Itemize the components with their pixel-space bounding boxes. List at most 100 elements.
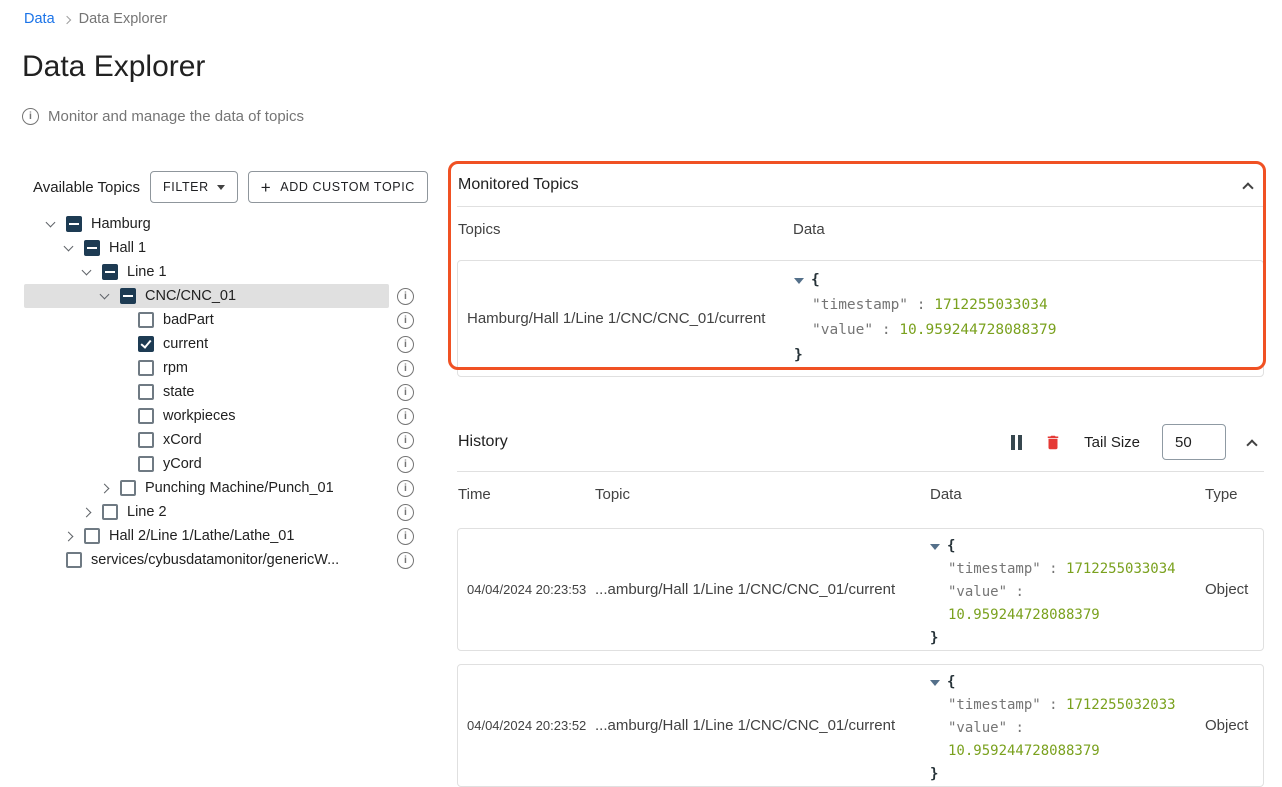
monitored-row: Hamburg/Hall 1/Line 1/CNC/CNC_01/current… <box>457 260 1264 377</box>
tail-size-input[interactable] <box>1162 424 1226 460</box>
monitored-topics-header: Monitored Topics <box>457 170 1264 200</box>
type-cell: Object <box>1205 529 1263 650</box>
checkbox-unchecked[interactable] <box>138 432 154 448</box>
filter-button-label: FILTER <box>163 180 209 194</box>
chevron-down-icon[interactable] <box>98 285 120 307</box>
checkbox-unchecked[interactable] <box>138 312 154 328</box>
json-key-timestamp: "timestamp" <box>948 561 1041 577</box>
tree-item-services[interactable]: services/cybusdatamonitor/genericW... i <box>24 548 424 572</box>
checkbox-unchecked[interactable] <box>102 504 118 520</box>
monitored-topics-title: Monitored Topics <box>458 176 579 194</box>
chevron-down-icon[interactable] <box>44 213 66 235</box>
json-value-value: 10.959244728088379 <box>899 322 1056 338</box>
info-icon[interactable]: i <box>397 504 414 521</box>
checkbox-indeterminate[interactable] <box>102 264 118 280</box>
breadcrumb-link-data[interactable]: Data <box>24 11 55 27</box>
data-cell: { "timestamp" : 1712255032033 "value" : … <box>930 665 1205 786</box>
expander-spacer <box>116 333 138 355</box>
column-header-data: Data <box>793 221 825 238</box>
tree-item-label: Line 1 <box>127 264 167 280</box>
json-collapse-icon[interactable] <box>930 680 940 686</box>
tree-item-current[interactable]: current i <box>24 332 424 356</box>
info-icon[interactable]: i <box>397 480 414 497</box>
tree-item-punching-machine[interactable]: Punching Machine/Punch_01 i <box>24 476 424 500</box>
history-column-headers: Time Topic Data Type <box>457 472 1264 515</box>
info-icon[interactable]: i <box>397 360 414 377</box>
json-open-brace: { <box>947 538 955 554</box>
checkbox-unchecked[interactable] <box>138 408 154 424</box>
json-separator: : <box>1041 697 1066 713</box>
checkbox-unchecked[interactable] <box>138 360 154 376</box>
topic-cell: ...amburg/Hall 1/Line 1/CNC/CNC_01/curre… <box>595 665 930 786</box>
filter-button[interactable]: FILTER <box>150 171 238 203</box>
checkbox-unchecked[interactable] <box>66 552 82 568</box>
tree-item-hall-2-lathe[interactable]: Hall 2/Line 1/Lathe/Lathe_01 i <box>24 524 424 548</box>
info-icon[interactable]: i <box>397 432 414 449</box>
json-separator: : <box>908 297 934 313</box>
tree-item-rpm[interactable]: rpm i <box>24 356 424 380</box>
info-icon[interactable]: i <box>397 288 414 305</box>
json-close-brace: } <box>930 766 938 782</box>
page-subtitle-text: Monitor and manage the data of topics <box>48 108 304 125</box>
tree-item-cnc-cnc-01[interactable]: CNC/CNC_01 i <box>24 284 424 308</box>
chevron-down-icon[interactable] <box>62 237 84 259</box>
info-icon[interactable]: i <box>397 312 414 329</box>
json-collapse-icon[interactable] <box>930 544 940 550</box>
add-custom-topic-button[interactable]: + ADD CUSTOM TOPIC <box>248 171 428 203</box>
checkbox-unchecked[interactable] <box>84 528 100 544</box>
tree-item-state[interactable]: state i <box>24 380 424 404</box>
chevron-down-icon[interactable] <box>80 261 102 283</box>
column-header-time: Time <box>458 486 595 503</box>
available-topics-panel: Available Topics FILTER + ADD CUSTOM TOP… <box>24 170 424 572</box>
topic-cell: ...amburg/Hall 1/Line 1/CNC/CNC_01/curre… <box>595 529 930 650</box>
checkbox-indeterminate[interactable] <box>66 216 82 232</box>
info-icon[interactable]: i <box>397 336 414 353</box>
info-icon[interactable]: i <box>397 528 414 545</box>
tree-item-label: Hall 1 <box>109 240 146 256</box>
checkbox-unchecked[interactable] <box>138 456 154 472</box>
history-collapse-icon[interactable] <box>1246 439 1257 450</box>
tree-item-label: services/cybusdatamonitor/genericW... <box>91 552 339 568</box>
history-row: 04/04/2024 20:23:52 ...amburg/Hall 1/Lin… <box>457 664 1264 787</box>
column-header-data: Data <box>930 486 1205 503</box>
pause-icon[interactable] <box>1011 435 1022 450</box>
json-collapse-icon[interactable] <box>794 278 804 284</box>
column-header-topic: Topic <box>595 486 930 503</box>
tree-item-xcord[interactable]: xCord i <box>24 428 424 452</box>
chevron-right-icon[interactable] <box>98 477 120 499</box>
tree-item-line-2[interactable]: Line 2 i <box>24 500 424 524</box>
collapse-chevron-icon[interactable] <box>1242 182 1253 193</box>
tree-item-ycord[interactable]: yCord i <box>24 452 424 476</box>
tree-item-label: Hall 2/Line 1/Lathe/Lathe_01 <box>109 528 294 544</box>
json-open-brace: { <box>811 272 820 288</box>
chevron-right-icon[interactable] <box>80 501 102 523</box>
tree-item-hamburg[interactable]: Hamburg <box>24 212 424 236</box>
tree-item-label: workpieces <box>163 408 236 424</box>
checkbox-checked[interactable] <box>138 336 154 352</box>
tree-item-badpart[interactable]: badPart i <box>24 308 424 332</box>
page-subtitle: i Monitor and manage the data of topics <box>22 108 304 125</box>
tail-size-label: Tail Size <box>1084 434 1140 451</box>
info-icon[interactable]: i <box>397 384 414 401</box>
json-value-timestamp: 1712255033034 <box>934 297 1048 313</box>
info-icon[interactable]: i <box>397 408 414 425</box>
column-header-topics: Topics <box>458 221 793 238</box>
delete-icon[interactable] <box>1044 433 1062 452</box>
info-icon[interactable]: i <box>397 552 414 569</box>
checkbox-indeterminate[interactable] <box>120 288 136 304</box>
history-section: History Tail Size Time Topic Data Type 0… <box>457 419 1264 787</box>
checkbox-unchecked[interactable] <box>138 384 154 400</box>
json-open-brace: { <box>947 674 955 690</box>
monitored-topics-card: Monitored Topics Topics Data Hamburg/Hal… <box>457 170 1264 377</box>
json-key-value: "value" <box>812 322 873 338</box>
tree-item-workpieces[interactable]: workpieces i <box>24 404 424 428</box>
tree-item-hall-1[interactable]: Hall 1 <box>24 236 424 260</box>
json-close-brace: } <box>794 347 803 363</box>
chevron-right-icon[interactable] <box>62 525 84 547</box>
tree-item-line-1[interactable]: Line 1 <box>24 260 424 284</box>
info-icon[interactable]: i <box>397 456 414 473</box>
checkbox-indeterminate[interactable] <box>84 240 100 256</box>
checkbox-unchecked[interactable] <box>120 480 136 496</box>
json-value-value: 10.959244728088379 <box>948 743 1100 759</box>
history-title: History <box>458 433 508 451</box>
